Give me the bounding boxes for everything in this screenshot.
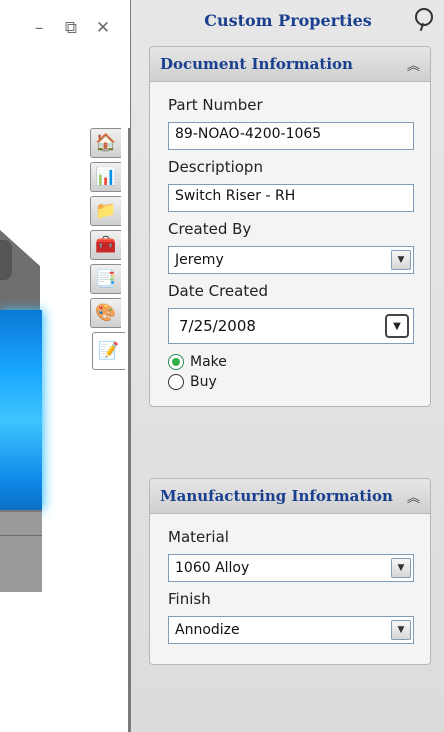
panel-title: Custom Properties bbox=[204, 10, 372, 30]
group-title: Manufacturing Information bbox=[160, 487, 393, 505]
manufacturing-information-group: Manufacturing Information ︽ Material 106… bbox=[149, 478, 431, 665]
date-created-picker[interactable]: 7/25/2008 ▼ bbox=[168, 308, 414, 344]
task-pane-tabs: 🏠 📊 📁 🧰 📑 🎨 📝 bbox=[90, 128, 128, 374]
pin-icon[interactable] bbox=[415, 8, 433, 26]
date-created-label: Date Created bbox=[168, 282, 268, 300]
buy-radio[interactable] bbox=[168, 374, 184, 390]
manufacturing-information-header[interactable]: Manufacturing Information ︽ bbox=[150, 479, 430, 514]
created-by-label: Created By bbox=[168, 220, 252, 238]
chevron-down-icon[interactable]: ▼ bbox=[391, 558, 411, 578]
window-controls: – ⧉ ✕ bbox=[30, 18, 112, 38]
created-by-dropdown[interactable]: Jeremy ▼ bbox=[168, 246, 414, 274]
custom-properties-panel: Custom Properties Document Information ︽… bbox=[130, 0, 444, 732]
chevron-down-icon[interactable]: ▼ bbox=[391, 250, 411, 270]
material-label: Material bbox=[168, 528, 229, 546]
close-icon[interactable]: ✕ bbox=[94, 18, 112, 38]
document-information-header[interactable]: Document Information ︽ bbox=[150, 47, 430, 82]
finish-value: Annodize bbox=[175, 622, 240, 638]
make-radio[interactable] bbox=[168, 354, 184, 370]
view-palette-icon[interactable]: 📑 bbox=[90, 264, 121, 294]
minimize-icon[interactable]: – bbox=[30, 18, 48, 38]
finish-dropdown[interactable]: Annodize ▼ bbox=[168, 616, 414, 644]
make-radio-option[interactable]: Make bbox=[168, 354, 412, 370]
material-value: 1060 Alloy bbox=[175, 560, 250, 576]
buy-label: Buy bbox=[190, 374, 217, 390]
restore-icon[interactable]: ⧉ bbox=[62, 18, 80, 38]
model-highlighted-face bbox=[0, 310, 42, 510]
collapse-icon[interactable]: ︽ bbox=[407, 55, 420, 74]
model-edge bbox=[0, 535, 42, 536]
date-created-value: 7/25/2008 bbox=[179, 317, 256, 335]
panel-header: Custom Properties bbox=[131, 0, 444, 40]
chevron-down-icon[interactable]: ▼ bbox=[391, 620, 411, 640]
description-field[interactable]: Switch Riser - RH bbox=[168, 184, 414, 212]
feature-tree-icon[interactable]: 📊 bbox=[90, 162, 121, 192]
toolbox-icon[interactable]: 🧰 bbox=[90, 230, 121, 260]
material-dropdown[interactable]: 1060 Alloy ▼ bbox=[168, 554, 414, 582]
finish-label: Finish bbox=[168, 590, 211, 608]
created-by-value: Jeremy bbox=[175, 252, 224, 268]
part-model[interactable] bbox=[0, 230, 48, 592]
part-number-label: Part Number bbox=[168, 96, 263, 114]
part-number-field[interactable]: 89-NOAO-4200-1065 bbox=[168, 122, 414, 150]
home-icon[interactable]: 🏠 bbox=[90, 128, 121, 158]
make-label: Make bbox=[190, 354, 227, 370]
folder-icon[interactable]: 📁 bbox=[90, 196, 121, 226]
model-base-face bbox=[0, 510, 42, 592]
description-label: Descriptiopn bbox=[168, 158, 263, 176]
group-title: Document Information bbox=[160, 55, 353, 73]
appearances-icon[interactable]: 🎨 bbox=[90, 298, 121, 328]
chevron-down-icon[interactable]: ▼ bbox=[385, 314, 409, 338]
buy-radio-option[interactable]: Buy bbox=[168, 374, 412, 390]
document-information-group: Document Information ︽ Part Number 89-NO… bbox=[149, 46, 431, 407]
custom-properties-icon[interactable]: 📝 bbox=[92, 332, 125, 370]
collapse-icon[interactable]: ︽ bbox=[407, 487, 420, 506]
model-boss bbox=[0, 240, 12, 280]
